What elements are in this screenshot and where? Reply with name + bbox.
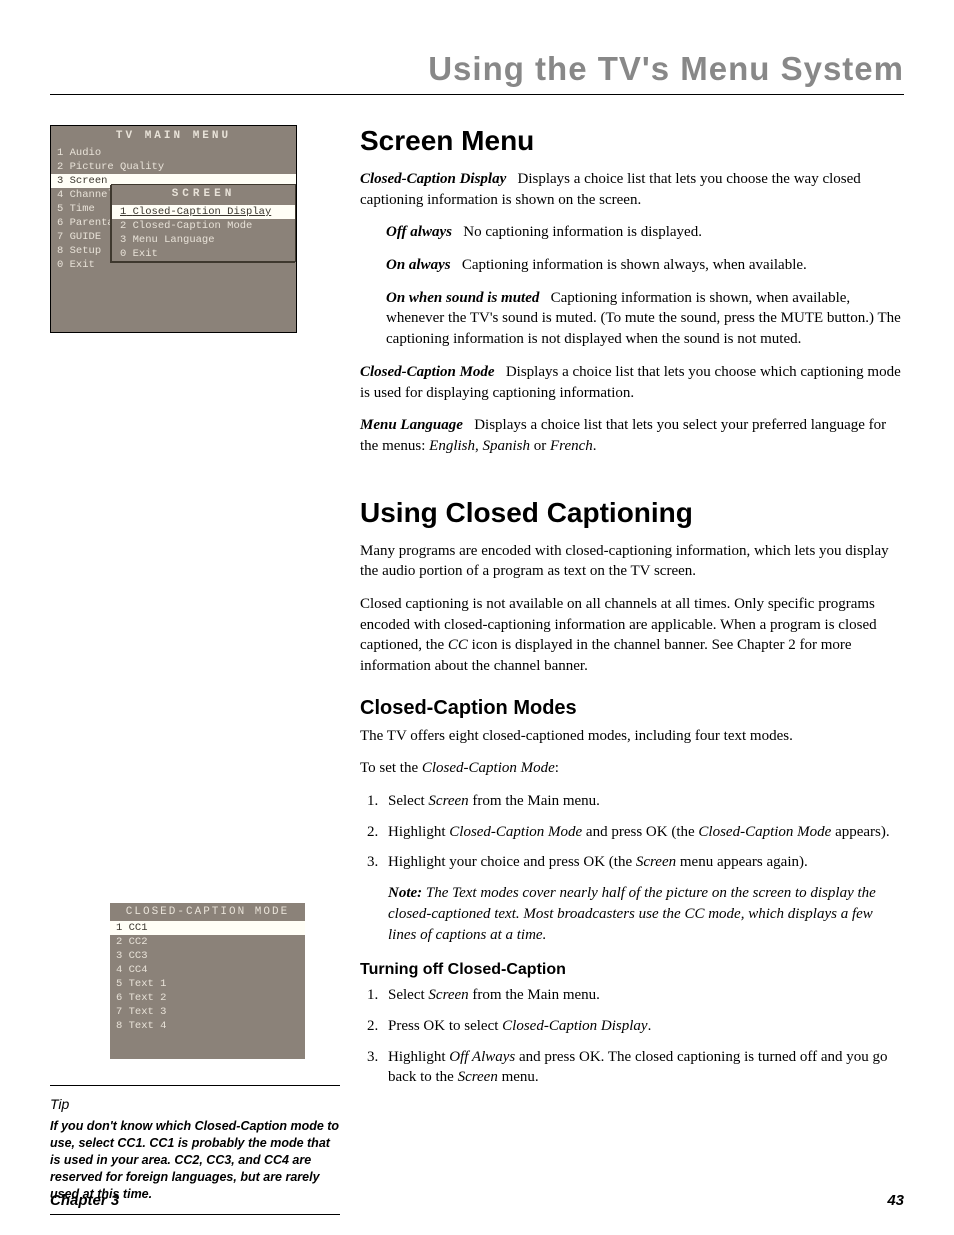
para: Closed-Caption Mode Displays a choice li…	[360, 362, 904, 403]
steps-set-cc-mode: Select Screen from the Main menu. Highli…	[382, 791, 904, 945]
tv-submenu-item: 0 Exit	[112, 247, 295, 261]
heading-turn-off-cc: Turning off Closed-Caption	[360, 961, 904, 979]
cc-menu-item-selected: 1 CC1	[110, 921, 305, 935]
columns: TV MAIN MENU 1 Audio 2 Picture Quality 3…	[50, 125, 904, 1215]
sidebar: TV MAIN MENU 1 Audio 2 Picture Quality 3…	[50, 125, 340, 1215]
cc-menu-item: 2 CC2	[110, 935, 305, 949]
cc-menu-item: 3 CC3	[110, 949, 305, 963]
cc-mode-menu-figure: CLOSED-CAPTION MODE 1 CC1 2 CC2 3 CC3 4 …	[110, 903, 305, 1059]
step: Highlight your choice and press OK (the …	[382, 852, 904, 945]
heading-screen-menu: Screen Menu	[360, 125, 904, 157]
tv-menu-title: TV MAIN MENU	[51, 126, 296, 146]
step: Select Screen from the Main menu.	[382, 985, 904, 1006]
tv-main-menu-figure: TV MAIN MENU 1 Audio 2 Picture Quality 3…	[50, 125, 297, 333]
tv-submenu: SCREEN 1 Closed-Caption Display 2 Closed…	[111, 184, 296, 262]
tv-submenu-item-selected: 1 Closed-Caption Display	[112, 205, 295, 219]
tip-body: If you don't know which Closed-Caption m…	[50, 1118, 340, 1202]
option-on-always: On always Captioning information is show…	[386, 255, 904, 276]
page-header: Using the TV's Menu System	[50, 50, 904, 95]
cc-menu-item: 6 Text 2	[110, 991, 305, 1005]
cc-menu-item: 7 Text 3	[110, 1005, 305, 1019]
step: Select Screen from the Main menu.	[382, 791, 904, 812]
note: Note: The Text modes cover nearly half o…	[388, 883, 904, 945]
heading-using-cc: Using Closed Captioning	[360, 497, 904, 529]
step: Press OK to select Closed-Caption Displa…	[382, 1016, 904, 1037]
cc-menu-item: 8 Text 4	[110, 1019, 305, 1033]
para: Closed-Caption Display Displays a choice…	[360, 169, 904, 210]
para: To set the Closed-Caption Mode:	[360, 758, 904, 779]
page-number: 43	[887, 1192, 904, 1209]
cc-menu-title: CLOSED-CAPTION MODE	[110, 903, 305, 921]
step: Highlight Off Always and press OK. The c…	[382, 1047, 904, 1088]
main-content: Screen Menu Closed-Caption Display Displ…	[360, 125, 904, 1215]
cc-menu-item: 4 CC4	[110, 963, 305, 977]
tv-submenu-item: 2 Closed-Caption Mode	[112, 219, 295, 233]
para: The TV offers eight closed-captioned mod…	[360, 726, 904, 747]
steps-turn-off-cc: Select Screen from the Main menu. Press …	[382, 985, 904, 1088]
tip-label: Tip	[50, 1096, 340, 1112]
step: Highlight Closed-Caption Mode and press …	[382, 822, 904, 843]
option-off-always: Off always No captioning information is …	[386, 222, 904, 243]
page-footer: Chapter 3 43	[50, 1192, 904, 1209]
para: Closed captioning is not available on al…	[360, 594, 904, 677]
tv-submenu-item: 3 Menu Language	[112, 233, 295, 247]
para: Menu Language Displays a choice list tha…	[360, 415, 904, 456]
para: Many programs are encoded with closed-ca…	[360, 541, 904, 582]
tv-submenu-title: SCREEN	[112, 185, 295, 205]
heading-cc-modes: Closed-Caption Modes	[360, 697, 904, 720]
cc-menu-item: 5 Text 1	[110, 977, 305, 991]
tv-menu-item: 1 Audio	[51, 146, 296, 160]
option-on-muted: On when sound is muted Captioning inform…	[386, 288, 904, 350]
tv-menu-item: 2 Picture Quality	[51, 160, 296, 174]
chapter-label: Chapter 3	[50, 1192, 119, 1209]
